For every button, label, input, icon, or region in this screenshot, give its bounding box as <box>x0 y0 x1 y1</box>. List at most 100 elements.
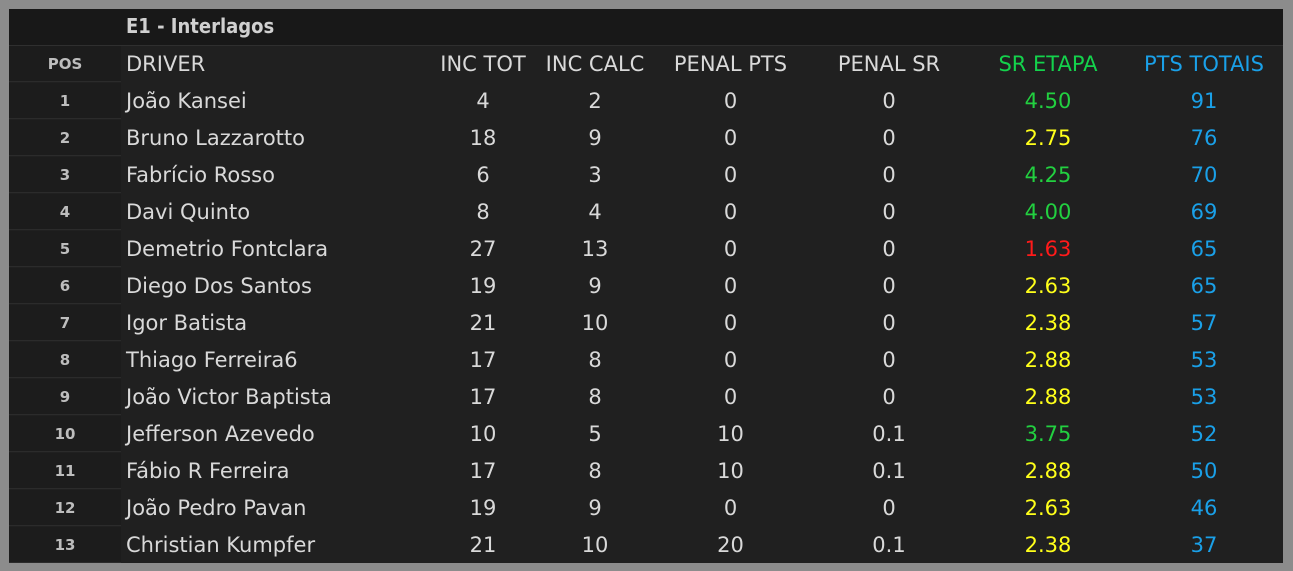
cell-driver: Demetrio Fontclara <box>126 237 329 261</box>
header-penal-pts: PENAL PTS <box>673 52 788 76</box>
cell-sr-etapa: 2.38 <box>1024 311 1072 335</box>
cell-pos: 13 <box>9 527 121 563</box>
header-driver: DRIVER <box>126 52 206 76</box>
cell-inc-tot: 17 <box>469 348 497 372</box>
cell-penal-sr: 0.1 <box>872 533 906 557</box>
cell-inc-calc: 8 <box>588 385 602 409</box>
cell-penal-sr: 0 <box>882 163 896 187</box>
cell-inc-tot: 27 <box>469 237 497 261</box>
cell-inc-calc: 3 <box>588 163 602 187</box>
cell-penal-sr: 0 <box>882 385 896 409</box>
cell-driver: João Victor Baptista <box>126 385 332 409</box>
cell-inc-calc: 10 <box>581 533 609 557</box>
cell-pts-totais: 50 <box>1190 459 1218 483</box>
cell-pts-totais: 46 <box>1190 496 1218 520</box>
cell-penal-sr: 0 <box>882 274 896 298</box>
cell-driver: Fabrício Rosso <box>126 163 275 187</box>
cell-pos: 5 <box>9 231 121 267</box>
cell-pos: 1 <box>9 83 121 119</box>
cell-driver: João Kansei <box>126 89 247 113</box>
table-row: 6 Diego Dos Santos 19 9 0 0 2.63 65 <box>9 268 1283 305</box>
cell-sr-etapa: 2.63 <box>1024 274 1072 298</box>
cell-sr-etapa: 2.88 <box>1024 459 1072 483</box>
cell-sr-etapa: 2.75 <box>1024 126 1072 150</box>
cell-pos: 4 <box>9 194 121 230</box>
cell-pts-totais: 65 <box>1190 237 1218 261</box>
table-row: 7 Igor Batista 21 10 0 0 2.38 57 <box>9 305 1283 342</box>
cell-penal-sr: 0.1 <box>872 422 906 446</box>
title-row: E1 - Interlagos <box>9 9 1283 46</box>
cell-pos: 8 <box>9 342 121 378</box>
title-pos-cell <box>9 9 121 45</box>
cell-pts-totais: 91 <box>1190 89 1218 113</box>
cell-penal-sr: 0 <box>882 496 896 520</box>
header-pos: POS <box>9 46 121 82</box>
table-row: 4 Davi Quinto 8 4 0 0 4.00 69 <box>9 194 1283 231</box>
cell-inc-calc: 8 <box>588 459 602 483</box>
cell-driver: Thiago Ferreira6 <box>126 348 298 372</box>
cell-inc-tot: 8 <box>476 200 490 224</box>
cell-inc-tot: 21 <box>469 533 497 557</box>
cell-pos: 7 <box>9 305 121 341</box>
cell-penal-pts: 10 <box>717 422 744 446</box>
cell-driver: Jefferson Azevedo <box>126 422 315 446</box>
cell-driver: Diego Dos Santos <box>126 274 312 298</box>
cell-inc-tot: 4 <box>476 89 490 113</box>
cell-inc-calc: 2 <box>588 89 602 113</box>
standings-table: E1 - Interlagos POS DRIVER INC TOT INC C… <box>9 9 1283 563</box>
cell-sr-etapa: 4.50 <box>1024 89 1072 113</box>
cell-penal-pts: 0 <box>723 496 738 520</box>
cell-pts-totais: 57 <box>1190 311 1218 335</box>
cell-sr-etapa: 1.63 <box>1024 237 1072 261</box>
cell-pos: 10 <box>9 416 121 452</box>
cell-penal-pts: 0 <box>723 385 738 409</box>
cell-inc-tot: 19 <box>469 274 497 298</box>
cell-driver: Fábio R Ferreira <box>126 459 290 483</box>
table-row: 3 Fabrício Rosso 6 3 0 0 4.25 70 <box>9 157 1283 194</box>
cell-penal-sr: 0 <box>882 200 896 224</box>
cell-sr-etapa: 2.63 <box>1024 496 1072 520</box>
cell-pos: 11 <box>9 453 121 489</box>
header-inc-tot: INC TOT <box>440 52 526 76</box>
cell-pos: 6 <box>9 268 121 304</box>
cell-penal-pts: 0 <box>723 274 738 298</box>
table-row: 11 Fábio R Ferreira 17 8 10 0.1 2.88 50 <box>9 453 1283 490</box>
cell-sr-etapa: 2.88 <box>1024 385 1072 409</box>
header-sr-etapa: SR ETAPA <box>998 52 1098 76</box>
cell-inc-tot: 6 <box>476 163 490 187</box>
cell-penal-pts: 0 <box>723 311 738 335</box>
table-row: 13 Christian Kumpfer 21 10 20 0.1 2.38 37 <box>9 527 1283 564</box>
cell-penal-pts: 0 <box>723 237 738 261</box>
cell-pos: 2 <box>9 120 121 156</box>
cell-inc-calc: 9 <box>588 496 602 520</box>
cell-pts-totais: 69 <box>1190 200 1218 224</box>
cell-penal-pts: 0 <box>723 348 738 372</box>
cell-penal-pts: 10 <box>717 459 744 483</box>
cell-pos: 12 <box>9 490 121 526</box>
cell-inc-tot: 10 <box>469 422 497 446</box>
cell-penal-sr: 0 <box>882 126 896 150</box>
cell-pts-totais: 53 <box>1190 348 1218 372</box>
header-pts-totais: PTS TOTAIS <box>1144 52 1264 76</box>
cell-driver: João Pedro Pavan <box>126 496 307 520</box>
cell-pts-totais: 37 <box>1190 533 1218 557</box>
cell-pts-totais: 53 <box>1190 385 1218 409</box>
cell-sr-etapa: 2.38 <box>1024 533 1072 557</box>
cell-inc-tot: 19 <box>469 496 497 520</box>
cell-penal-sr: 0 <box>882 237 896 261</box>
cell-penal-pts: 0 <box>723 126 738 150</box>
cell-penal-pts: 0 <box>723 89 738 113</box>
cell-inc-tot: 17 <box>469 459 497 483</box>
cell-driver: Christian Kumpfer <box>126 533 316 557</box>
table-row: 10 Jefferson Azevedo 10 5 10 0.1 3.75 52 <box>9 416 1283 453</box>
cell-penal-pts: 0 <box>723 163 738 187</box>
cell-inc-calc: 9 <box>588 126 602 150</box>
cell-penal-sr: 0 <box>882 311 896 335</box>
table-row: 2 Bruno Lazzarotto 18 9 0 0 2.75 76 <box>9 120 1283 157</box>
cell-driver: Igor Batista <box>126 311 248 335</box>
cell-penal-sr: 0.1 <box>872 459 906 483</box>
table-row: 5 Demetrio Fontclara 27 13 0 0 1.63 65 <box>9 231 1283 268</box>
cell-penal-pts: 0 <box>723 200 738 224</box>
table-row: 12 João Pedro Pavan 19 9 0 0 2.63 46 <box>9 490 1283 527</box>
cell-inc-calc: 10 <box>581 311 609 335</box>
